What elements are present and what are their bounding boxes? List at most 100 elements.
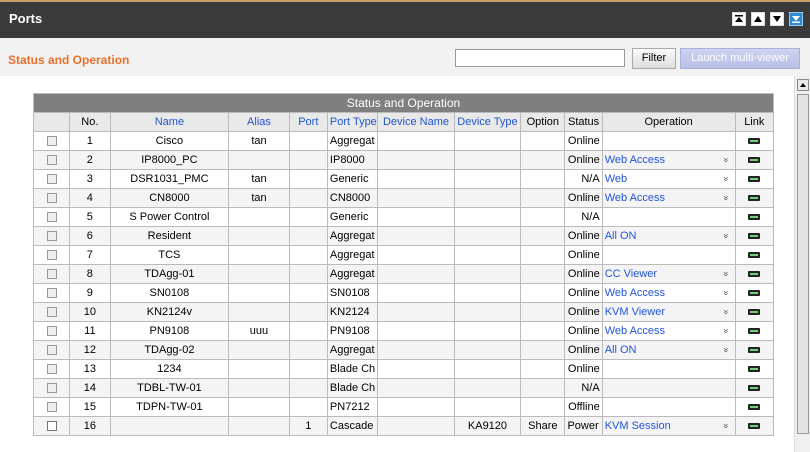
table-row[interactable]: 6 Resident Aggregat Online All ON » (32, 226, 775, 246)
link-icon[interactable] (748, 366, 761, 373)
scroll-thumb[interactable] (797, 94, 809, 434)
table-row[interactable]: 4 CN8000 tan CN8000 Online Web Access» (32, 188, 775, 208)
row-link[interactable] (734, 321, 775, 341)
row-operation[interactable]: All ON » (601, 340, 736, 360)
checkbox-icon[interactable] (46, 364, 57, 375)
link-icon[interactable] (748, 404, 761, 411)
row-link[interactable] (734, 226, 775, 246)
link-icon[interactable] (748, 138, 761, 145)
row-operation[interactable]: KVM Viewer » (601, 302, 736, 322)
row-operation[interactable]: Web Access » (601, 321, 736, 341)
operation-select[interactable]: CC Viewer (605, 268, 657, 280)
row-operation[interactable]: All ON » (601, 226, 736, 246)
checkbox-icon[interactable] (46, 402, 57, 413)
link-icon[interactable] (748, 233, 761, 240)
row-operation[interactable] (601, 245, 736, 265)
row-operation[interactable] (601, 359, 736, 379)
link-icon[interactable] (748, 385, 761, 392)
row-operation[interactable]: KVM Session » (601, 416, 736, 436)
operation-select[interactable]: Web Access (605, 192, 665, 204)
row-select[interactable] (32, 245, 71, 265)
row-link[interactable] (734, 283, 775, 303)
row-link[interactable] (734, 397, 775, 417)
chevron-down-icon[interactable]: » (721, 233, 731, 238)
operation-select[interactable]: All ON (605, 230, 637, 242)
checkbox-icon[interactable] (46, 193, 57, 204)
row-link[interactable] (734, 302, 775, 322)
table-row[interactable]: 8 TDAgg-01 Aggregat Online CC Viewer » (32, 264, 775, 284)
link-icon[interactable] (748, 328, 761, 335)
operation-select[interactable]: Web Access (605, 154, 665, 166)
row-link[interactable] (734, 245, 775, 265)
table-row[interactable]: 1 Cisco tan Aggregat Online (32, 131, 775, 151)
operation-select[interactable]: KVM Viewer (605, 306, 665, 318)
row-link[interactable] (734, 340, 775, 360)
row-select[interactable] (32, 359, 71, 379)
row-select[interactable] (32, 416, 71, 436)
checkbox-icon[interactable] (46, 136, 57, 147)
chevron-down-icon[interactable]: » (721, 328, 731, 333)
chevron-down-icon[interactable]: » (721, 347, 731, 352)
row-link[interactable] (734, 169, 775, 189)
row-operation[interactable] (601, 378, 736, 398)
header-port-type[interactable]: Port Type (326, 112, 379, 132)
link-icon[interactable] (748, 347, 761, 354)
move-bottom-icon[interactable] (789, 12, 803, 26)
operation-select[interactable]: Web (605, 173, 627, 185)
operation-select[interactable]: Web Access (605, 325, 665, 337)
row-select[interactable] (32, 207, 71, 227)
table-row[interactable]: 12 TDAgg-02 Aggregat Online All ON » (32, 340, 775, 360)
link-icon[interactable] (748, 290, 761, 297)
chevron-down-icon[interactable]: » (721, 176, 731, 181)
header-port[interactable]: Port (288, 112, 328, 132)
operation-select[interactable]: All ON (605, 344, 637, 356)
table-row[interactable]: 16 1Cascade KA9120SharePower OKVM Session » (32, 416, 775, 436)
row-link[interactable] (734, 207, 775, 227)
table-row[interactable]: 7 TCS Aggregat Online (32, 245, 775, 265)
checkbox-icon[interactable] (46, 174, 57, 185)
table-row[interactable]: 5S Power Control Generic N/A (32, 207, 775, 227)
row-link[interactable] (734, 188, 775, 208)
row-link[interactable] (734, 131, 775, 151)
link-icon[interactable] (748, 271, 761, 278)
header-alias[interactable]: Alias (228, 112, 290, 132)
link-icon[interactable] (748, 309, 761, 316)
row-select[interactable] (32, 150, 71, 170)
row-link[interactable] (734, 150, 775, 170)
row-operation[interactable]: CC Viewer » (601, 264, 736, 284)
chevron-down-icon[interactable]: » (721, 309, 731, 314)
row-operation[interactable] (601, 131, 736, 151)
row-operation[interactable]: Web Access » (601, 188, 736, 208)
launch-multi-viewer-button[interactable]: Launch multi-viewer (680, 48, 800, 69)
move-up-icon[interactable] (751, 12, 765, 26)
checkbox-icon[interactable] (46, 269, 57, 280)
table-row[interactable]: 2 IP8000_PC IP8000 Online Web Access » (32, 150, 775, 170)
chevron-down-icon[interactable]: » (721, 271, 731, 276)
table-row[interactable]: 11 PN9108 uuu PN9108 Online Web Access» (32, 321, 775, 341)
header-device-name[interactable]: Device Name (377, 112, 455, 132)
table-row[interactable]: 13 1234 Blade Ch Online (32, 359, 775, 379)
chevron-down-icon[interactable]: » (721, 157, 731, 162)
checkbox-icon[interactable] (46, 345, 57, 356)
row-select[interactable] (32, 397, 71, 417)
header-device-type[interactable]: Device Type (453, 112, 522, 132)
link-icon[interactable] (748, 195, 761, 202)
row-select[interactable] (32, 131, 71, 151)
checkbox-icon[interactable] (46, 231, 57, 242)
row-link[interactable] (734, 416, 775, 436)
checkbox-icon[interactable] (46, 250, 57, 261)
link-icon[interactable] (748, 176, 761, 183)
row-select[interactable] (32, 302, 71, 322)
table-row[interactable]: 10 KN2124v KN2124 Online KVM Viewer » (32, 302, 775, 322)
row-operation[interactable]: Web Access » (601, 283, 736, 303)
row-select[interactable] (32, 169, 71, 189)
header-name[interactable]: Name (109, 112, 230, 132)
scroll-up-icon[interactable] (797, 79, 809, 91)
row-select[interactable] (32, 321, 71, 341)
chevron-down-icon[interactable]: » (721, 423, 731, 428)
operation-select[interactable]: KVM Session (605, 420, 671, 432)
checkbox-icon[interactable] (46, 155, 57, 166)
checkbox-icon[interactable] (46, 307, 57, 318)
link-icon[interactable] (748, 423, 761, 430)
table-row[interactable]: 3 DSR1031_PMC tan Generic N/A Web » (32, 169, 775, 189)
